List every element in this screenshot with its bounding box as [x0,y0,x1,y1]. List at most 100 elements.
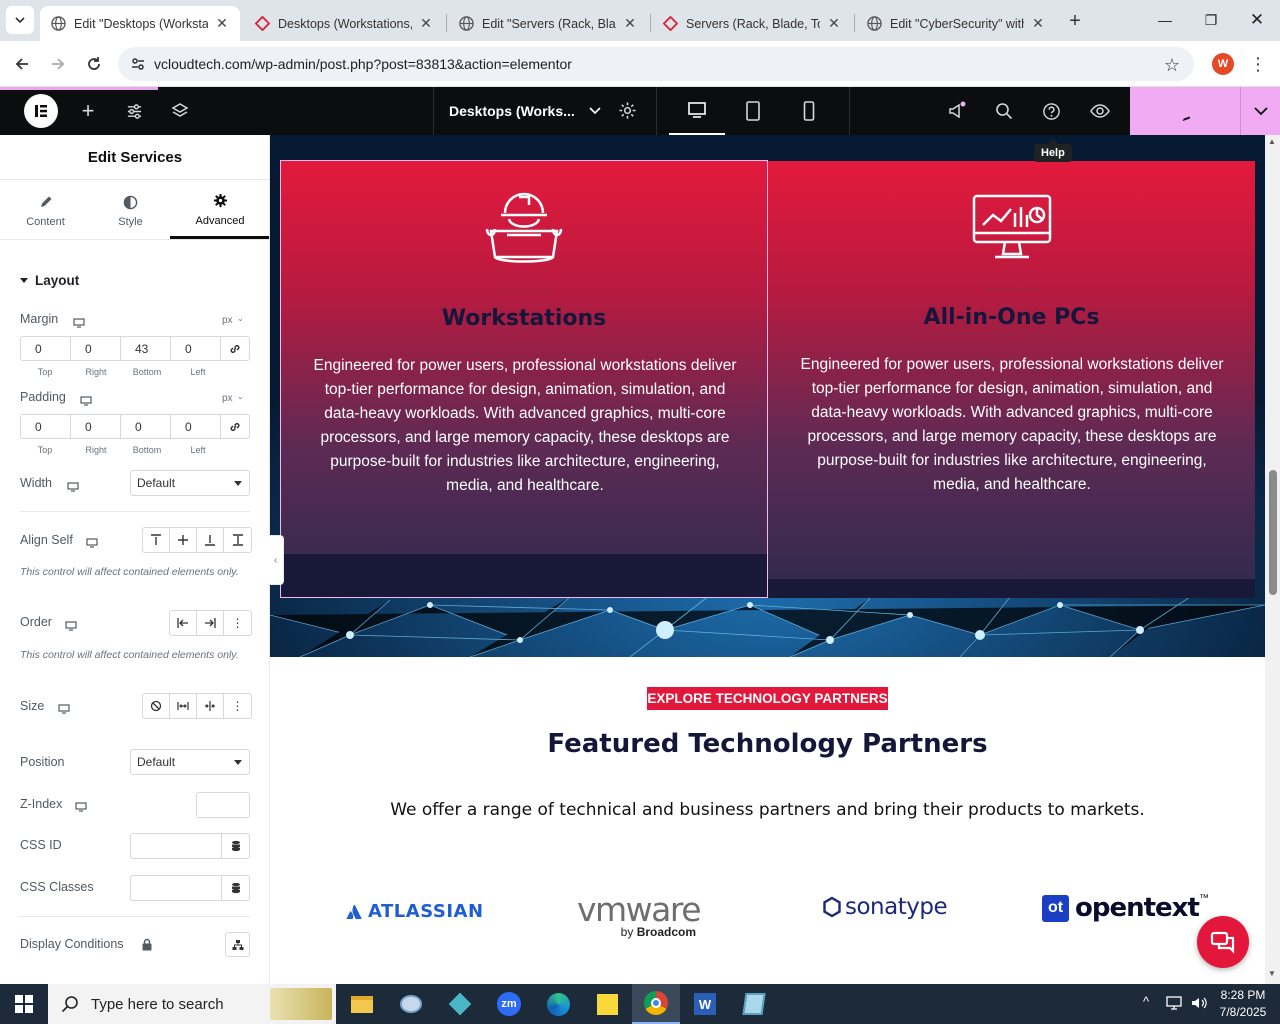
new-tab-button[interactable]: + [1062,8,1088,34]
whats-new-button[interactable] [934,87,980,135]
link-values-icon[interactable] [221,337,249,360]
align-stretch-icon[interactable] [224,528,251,552]
site-settings-button[interactable] [111,87,157,135]
scroll-up-icon[interactable]: ▲ [1268,137,1276,146]
align-end-icon[interactable] [197,528,224,552]
close-tab-icon[interactable]: ✕ [826,15,842,32]
elementor-logo-button[interactable] [18,87,64,135]
close-window-button[interactable]: ✕ [1234,0,1280,40]
padding-unit-select[interactable]: px [222,393,233,404]
no-size-icon[interactable] [143,694,170,718]
forward-button[interactable] [43,49,73,79]
notepad-app[interactable] [730,984,778,1024]
more-options-icon[interactable]: ⋮ [224,611,251,635]
scroll-down-icon[interactable]: ▼ [1268,969,1276,978]
publish-button[interactable] [1130,87,1240,135]
responsive-desktop-icon[interactable] [58,701,70,714]
grow-icon[interactable] [170,694,197,718]
system-clock[interactable]: 8:28 PM 7/8/2025 [1212,987,1274,1021]
add-element-button[interactable]: + [65,87,111,135]
page-settings-icon[interactable] [618,101,637,123]
word-app[interactable]: W [681,984,729,1024]
browser-tab-desktops[interactable]: Desktops (Workstations, ✕ [244,6,444,41]
browser-tab-edit-cybersecurity[interactable]: Edit "CyberSecurity" with ✕ [856,6,1056,41]
finder-button[interactable] [981,87,1027,135]
document-title-dropdown[interactable]: Desktops (Works... [433,87,657,135]
browser-tab-edit-desktops[interactable]: Edit "Desktops (Workstat ✕ [40,6,240,41]
padding-top-input[interactable]: 0 [21,415,71,438]
tab-search-button[interactable] [6,6,34,34]
browser-tab-servers[interactable]: Servers (Rack, Blade, Tow ✕ [652,6,852,41]
padding-right-input[interactable]: 0 [71,415,121,438]
structure-button[interactable] [157,87,203,135]
scrollbar-thumb[interactable] [1269,470,1277,595]
preview-button[interactable] [1077,87,1123,135]
back-button[interactable] [7,49,37,79]
chevron-up-icon[interactable]: ^ [1143,994,1149,1009]
responsive-desktop-icon[interactable] [86,535,98,548]
chrome-app[interactable] [632,984,680,1024]
bookmark-star-icon[interactable]: ☆ [1164,55,1180,76]
padding-left-input[interactable]: 0 [171,415,221,438]
sticky-notes-app[interactable] [583,984,631,1024]
tab-style[interactable]: Style [88,181,173,239]
close-tab-icon[interactable]: ✕ [418,15,434,32]
responsive-desktop-icon[interactable] [65,618,77,631]
chat-widget-button[interactable] [1197,916,1249,968]
more-options-icon[interactable]: ⋮ [224,694,251,718]
services-section[interactable]: Workstations Engineered for power users,… [270,135,1265,657]
atlassian-logo[interactable]: ATLASSIAN [346,901,484,922]
collapse-panel-button[interactable]: ‹ [268,535,284,585]
profile-avatar[interactable]: W [1212,53,1234,75]
close-tab-icon[interactable]: ✕ [214,15,230,32]
display-conditions-button[interactable] [225,932,250,957]
margin-left-input[interactable]: 0 [171,337,221,360]
edge-app[interactable] [534,984,582,1024]
help-button[interactable] [1028,87,1074,135]
publish-options-button[interactable] [1240,87,1280,135]
site-info-icon[interactable] [130,56,146,72]
css-classes-input[interactable] [130,875,250,901]
dynamic-tags-icon[interactable] [221,834,249,858]
css-id-input[interactable] [130,833,250,859]
section-layout-toggle[interactable]: Layout [20,273,79,288]
paint-app[interactable] [387,984,435,1024]
tablet-view-button[interactable] [725,87,781,135]
app-diamond[interactable] [436,984,484,1024]
zoom-app[interactable]: zm [485,984,533,1024]
margin-bottom-input[interactable]: 43 [121,337,171,360]
browser-menu-icon[interactable]: ⋮ [1243,49,1273,79]
align-start-icon[interactable] [143,528,170,552]
shrink-icon[interactable] [197,694,224,718]
volume-icon[interactable] [1190,995,1208,1016]
padding-bottom-input[interactable]: 0 [121,415,171,438]
close-tab-icon[interactable]: ✕ [622,15,638,32]
file-explorer-app[interactable] [338,984,386,1024]
position-select[interactable]: Default [130,749,250,775]
vmware-logo[interactable]: vmware by Broadcom [577,893,702,940]
restore-button[interactable]: ❐ [1188,0,1234,40]
desktop-view-button[interactable] [669,87,725,135]
z-index-input[interactable] [196,792,250,818]
mobile-view-button[interactable] [781,87,837,135]
responsive-desktop-icon[interactable] [73,315,85,328]
service-card[interactable]: Workstations Engineered for power users,… [280,160,768,598]
order-start-icon[interactable] [170,611,197,635]
responsive-desktop-icon[interactable] [75,799,87,812]
tab-advanced[interactable]: Advanced [170,181,269,239]
align-center-icon[interactable] [170,528,197,552]
tab-content[interactable]: Content [3,181,88,239]
reload-button[interactable] [79,49,109,79]
margin-right-input[interactable]: 0 [71,337,121,360]
margin-unit-select[interactable]: px [222,315,233,326]
taskbar-search-box[interactable]: Type here to search [48,984,336,1024]
order-end-icon[interactable] [197,611,224,635]
responsive-desktop-icon[interactable] [80,393,92,406]
dynamic-tags-icon[interactable] [221,876,249,900]
browser-tab-edit-servers[interactable]: Edit "Servers (Rack, Blade ✕ [448,6,648,41]
opentext-logo[interactable]: ot opentext ™ [1042,893,1209,923]
minimize-button[interactable]: — [1142,0,1188,40]
close-tab-icon[interactable]: ✕ [1030,15,1046,32]
responsive-desktop-icon[interactable] [67,479,79,492]
start-button[interactable] [0,984,48,1024]
